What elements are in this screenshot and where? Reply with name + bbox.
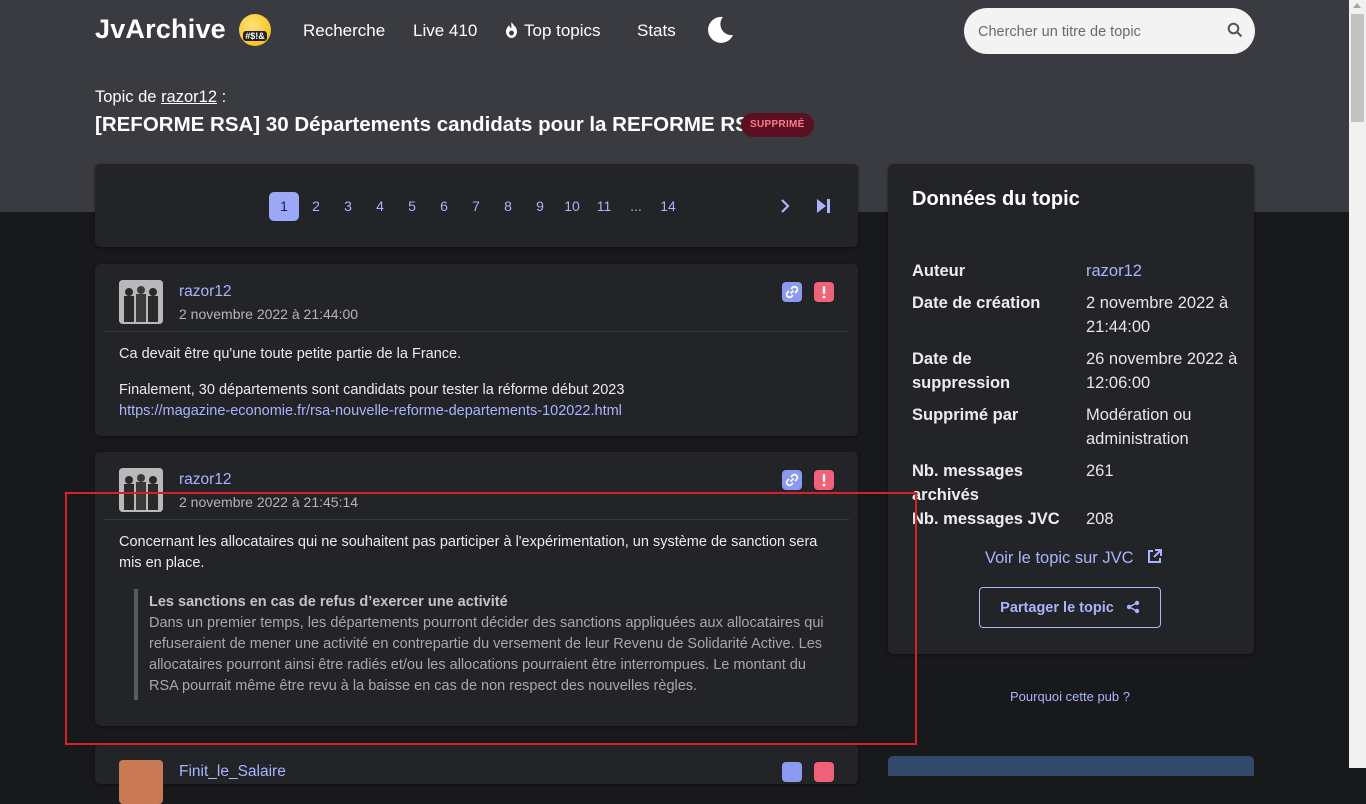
panel-title: Données du topic [912,188,1080,210]
divider [104,331,849,332]
page-title: [REFORME RSA] 30 Départements candidats … [95,113,764,136]
page-2[interactable]: 2 [301,192,331,221]
page-11[interactable]: 11 [589,192,619,221]
avatar [119,468,163,512]
info-key: Supprimé par [912,406,1019,424]
page-4[interactable]: 4 [365,192,395,221]
divider [104,519,849,520]
avatar-image [119,468,163,512]
search-input[interactable] [976,8,1220,56]
quote-title: Les sanctions en cas de refus d’exercer … [149,594,508,610]
view-on-jvc-link[interactable]: Voir le topic sur JVC [985,548,1163,568]
report-button[interactable] [814,762,834,782]
dark-mode-moon-icon[interactable] [705,15,735,45]
message-card: Finit_le_Salaire [95,744,858,804]
last-page-icon[interactable] [813,196,833,216]
message-date: 2 novembre 2022 à 21:45:14 [179,494,359,510]
info-value-author-link[interactable]: razor12 [1086,259,1238,283]
permalink-button[interactable] [782,762,802,782]
logo[interactable]: JvArchive [95,14,226,45]
message-link[interactable]: https://magazine-economie.fr/rsa-nouvell… [119,403,622,419]
message-author[interactable]: razor12 [179,471,232,489]
nav-recherche[interactable]: Recherche [303,21,385,41]
why-this-ad-link[interactable]: Pourquoi cette pub ? [1010,689,1130,704]
message-text: Concernant les allocataires qui ne souha… [119,534,818,571]
scroll-thumb[interactable] [1351,14,1364,122]
message-body: Ca devait être qu'une toute petite parti… [119,344,834,422]
page-10[interactable]: 10 [557,192,587,221]
blockquote: Les sanctions en cas de refus d’exercer … [134,589,834,700]
share-topic-button[interactable]: Partager le topic [979,587,1161,628]
message-author[interactable]: Finit_le_Salaire [179,763,286,781]
exclamation-icon [822,474,826,487]
avatar [119,280,163,324]
info-key: Auteur [912,262,966,280]
message-text: Ca devait être qu'une toute petite parti… [119,346,462,362]
exclamation-icon [822,286,826,299]
info-value: Modération ou administration [1086,406,1192,448]
page-6[interactable]: 6 [429,192,459,221]
topic-data-panel: Données du topic Auteur razor12 Date de c… [888,164,1254,654]
page-7[interactable]: 7 [461,192,491,221]
page-1[interactable]: 1 [269,192,299,221]
message-text-line: Finalement, 30 départements sont candida… [119,382,625,398]
logo-emoji-icon: #$!& [239,14,271,46]
page-3[interactable]: 3 [333,192,363,221]
page-9[interactable]: 9 [525,192,555,221]
info-value: 2 novembre 2022 à 21:44:00 [1086,294,1229,336]
quote-text: Dans un premier temps, les départements … [149,615,824,694]
topic-by-prefix: Topic de [95,88,157,106]
logo-badge: #$!& [243,31,267,41]
search-box [964,8,1255,56]
nav-live[interactable]: Live 410 [413,21,477,41]
report-button[interactable] [814,282,834,302]
ad-panel [888,756,1254,776]
page-5[interactable]: 5 [397,192,427,221]
link-icon [785,473,799,487]
scrollbar[interactable] [1349,0,1366,768]
nav-stats[interactable]: Stats [637,21,676,41]
link-icon [785,285,799,299]
message-card: razor12 2 novembre 2022 à 21:45:14 Conce… [95,452,858,726]
flame-icon [506,22,517,38]
page-ellipsis: ... [630,198,642,214]
permalink-button[interactable] [782,470,802,490]
info-key: Nb. messages archivés [912,462,1023,504]
info-value: 26 novembre 2022 à 12:06:00 [1086,350,1238,392]
status-badge: SUPPRIMÉ [741,113,814,137]
message-author[interactable]: razor12 [179,283,232,301]
page-8[interactable]: 8 [493,192,523,221]
message-date: 2 novembre 2022 à 21:44:00 [179,306,359,322]
message-body: Concernant les allocataires qui ne souha… [119,532,834,700]
info-key: Date de suppression [912,350,1011,392]
pagination-card: 1 2 3 4 5 6 7 8 9 10 11 ... 14 [95,164,858,247]
topic-author-line: Topic de razor12 : [95,88,226,107]
permalink-button[interactable] [782,282,802,302]
info-value: 261 [1086,462,1114,480]
topic-author-link[interactable]: razor12 [161,88,217,106]
info-key: Nb. messages JVC [912,510,1060,528]
page-14[interactable]: 14 [653,192,683,221]
share-label: Partager le topic [1000,600,1114,616]
info-key: Date de création [912,294,1041,312]
info-value: 208 [1086,510,1114,528]
external-link-icon [1148,549,1163,563]
report-button[interactable] [814,470,834,490]
message-text: Finalement, 30 départements sont candida… [119,380,834,422]
topic-by-suffix: : [221,88,227,106]
nav-top-topics-label: Top topics [524,21,601,40]
nav-top-topics[interactable]: Top topics [505,21,601,41]
share-icon [1126,600,1140,614]
search-icon[interactable] [1227,22,1243,38]
scroll-up-icon[interactable] [1353,3,1361,8]
avatar [119,760,163,804]
avatar-image [119,280,163,324]
message-card: razor12 2 novembre 2022 à 21:44:00 Ca de… [95,264,858,436]
next-page-icon[interactable] [775,196,795,216]
view-on-jvc-label: Voir le topic sur JVC [985,549,1134,567]
